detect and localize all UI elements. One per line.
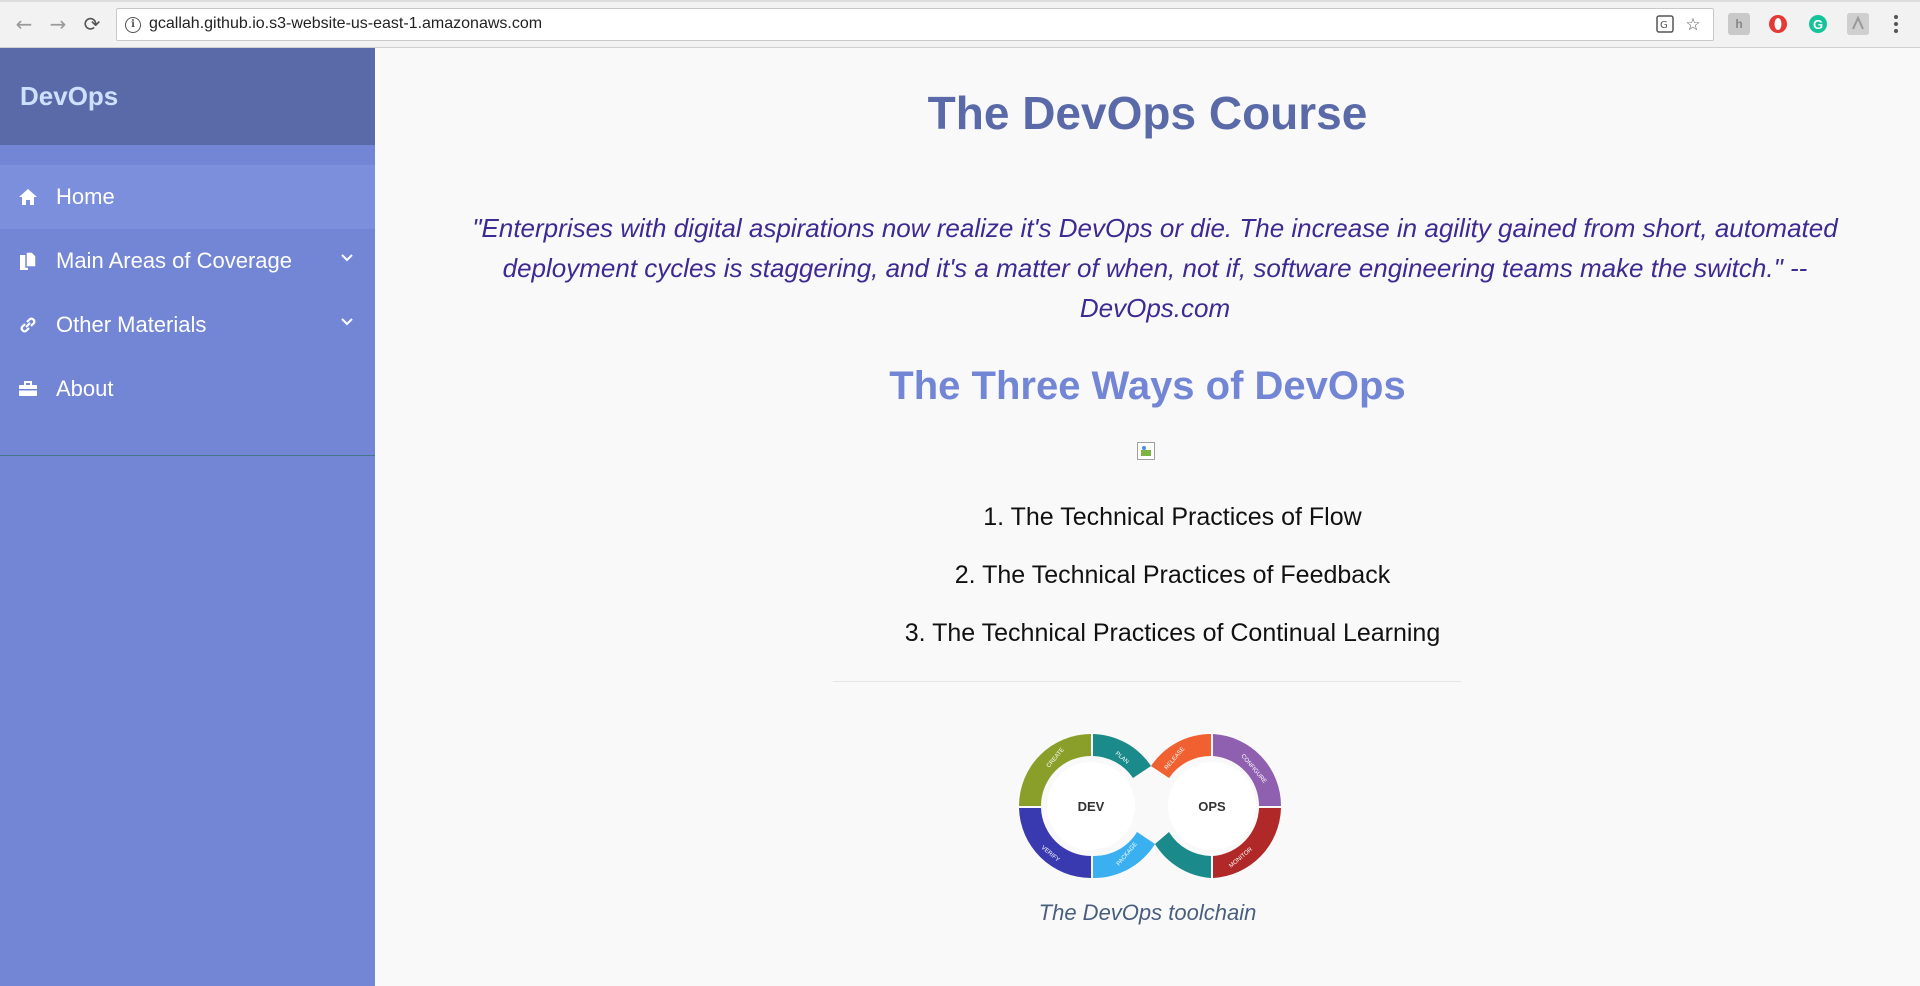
- quote-text: "Enterprises with digital aspirations no…: [472, 213, 1838, 323]
- sidebar-item-about[interactable]: About: [0, 357, 375, 421]
- tab-strip: [0, 0, 1920, 2]
- section-title: The Three Ways of DevOps: [889, 364, 1406, 408]
- three-ways-list: 1. The Technical Practices of Flow 2. Th…: [375, 488, 1920, 662]
- svg-text:G: G: [1813, 17, 1823, 32]
- brand-title[interactable]: DevOps: [20, 81, 118, 112]
- star-icon[interactable]: ☆: [1683, 15, 1703, 35]
- sidebar-item-main-areas[interactable]: Main Areas of Coverage: [0, 229, 375, 293]
- devops-toolchain-image: DEV OPS CREATE PLAN VERIFY PACKAGE RELEA…: [1019, 733, 1281, 879]
- forward-arrow-icon[interactable]: →: [46, 12, 70, 36]
- sidebar-item-label: About: [56, 376, 114, 401]
- broken-image-icon: [1137, 442, 1155, 460]
- sidebar: DevOps Home Main Areas of Coverage Other…: [0, 48, 375, 986]
- url-text[interactable]: gcallah.github.io.s3-website-us-east-1.a…: [149, 15, 542, 33]
- grammarly-icon[interactable]: G: [1807, 13, 1829, 35]
- page-title: The DevOps Course: [927, 87, 1368, 139]
- reload-icon[interactable]: ⟳: [80, 12, 104, 36]
- sidebar-item-label: Main Areas of Coverage: [56, 248, 293, 273]
- svg-text:G: G: [1660, 20, 1668, 31]
- sidebar-item-label: Other Materials: [56, 312, 207, 337]
- sidebar-header: DevOps: [0, 48, 375, 145]
- list-item: 2. The Technical Practices of Feedback: [954, 561, 1391, 589]
- sidebar-item-home[interactable]: Home: [0, 165, 375, 229]
- back-arrow-icon[interactable]: ←: [12, 12, 36, 36]
- divider: [833, 681, 1461, 682]
- extension-icon[interactable]: h: [1728, 13, 1750, 35]
- opera-icon[interactable]: [1767, 13, 1789, 35]
- address-bar[interactable]: i gcallah.github.io.s3-website-us-east-1…: [116, 8, 1714, 41]
- link-icon: [16, 313, 40, 337]
- menu-icon[interactable]: [1888, 12, 1904, 36]
- documents-icon: [16, 249, 40, 273]
- chevron-down-icon[interactable]: [341, 251, 353, 263]
- sidebar-item-label: Home: [56, 184, 115, 209]
- image-caption: The DevOps toolchain: [1038, 900, 1257, 925]
- info-icon[interactable]: i: [125, 17, 141, 33]
- browser-toolbar: ← → ⟳ i gcallah.github.io.s3-website-us-…: [0, 0, 1920, 48]
- ops-label: OPS: [1198, 799, 1226, 814]
- main-content: The DevOps Course "Enterprises with digi…: [375, 48, 1920, 986]
- sidebar-item-other-materials[interactable]: Other Materials: [0, 293, 375, 357]
- list-item: 3. The Technical Practices of Continual …: [904, 619, 1441, 647]
- translate-icon[interactable]: G: [1655, 15, 1675, 35]
- chevron-down-icon[interactable]: [341, 315, 353, 327]
- pdf-icon[interactable]: [1847, 13, 1869, 35]
- briefcase-icon: [16, 377, 40, 401]
- sidebar-menu: Home Main Areas of Coverage Other Materi…: [0, 145, 375, 456]
- list-item: 1. The Technical Practices of Flow: [983, 503, 1362, 531]
- home-icon: [16, 185, 40, 209]
- dev-label: DEV: [1078, 799, 1105, 814]
